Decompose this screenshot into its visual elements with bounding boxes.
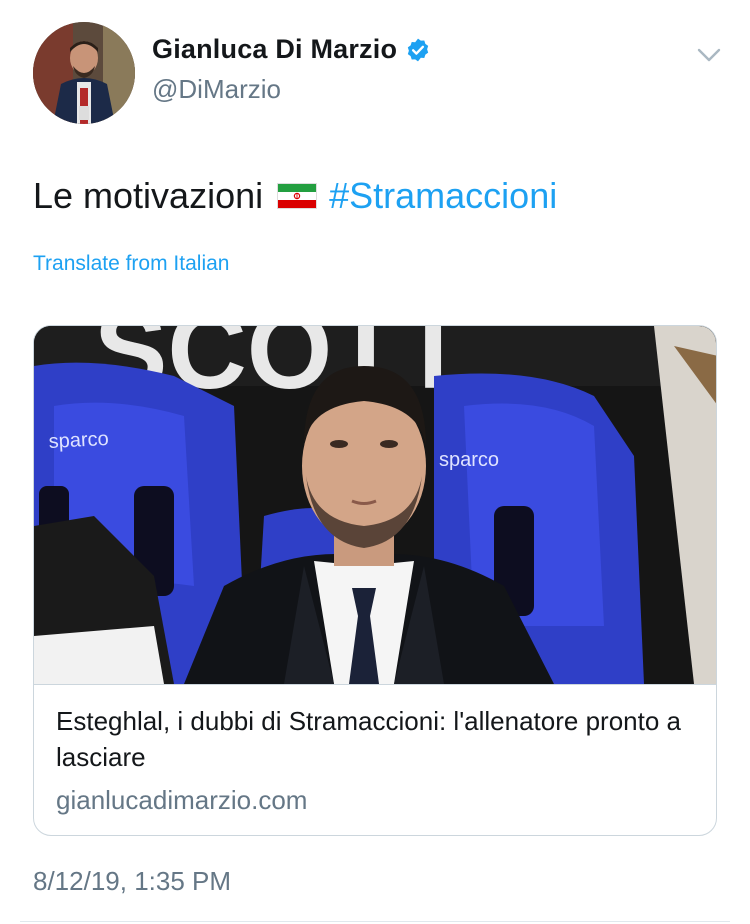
avatar-photo <box>33 22 135 124</box>
seat-brand-right: sparco <box>439 449 499 471</box>
chevron-down-icon[interactable] <box>694 40 724 70</box>
card-domain: gianlucadimarzio.com <box>56 785 308 815</box>
iran-flag-icon <box>277 183 318 209</box>
tweet-text-body: Le motivazioni <box>33 175 264 216</box>
link-card[interactable]: SCOTT sparco sparco Esteghlal, i dubbi d… <box>33 325 717 836</box>
avatar[interactable] <box>33 22 135 124</box>
author-name-row[interactable]: Gianluca Di Marzio <box>152 34 431 65</box>
tweet-text: Le motivazioni #Stramaccioni <box>33 175 557 217</box>
translate-link[interactable]: Translate from Italian <box>33 252 229 276</box>
divider <box>20 921 730 922</box>
card-body: Esteghlal, i dubbi di Stramaccioni: l'al… <box>34 684 716 835</box>
tweet-timestamp[interactable]: 8/12/19, 1:35 PM <box>33 866 231 897</box>
card-image: SCOTT sparco sparco <box>34 326 716 684</box>
hashtag-link[interactable]: #Stramaccioni <box>329 175 557 217</box>
card-title: Esteghlal, i dubbi di Stramaccioni: l'al… <box>56 706 681 772</box>
seat-brand-left: sparco <box>48 428 109 453</box>
author-handle[interactable]: @DiMarzio <box>152 74 281 105</box>
author-name[interactable]: Gianluca Di Marzio <box>152 34 397 65</box>
verified-badge-icon <box>405 37 431 63</box>
